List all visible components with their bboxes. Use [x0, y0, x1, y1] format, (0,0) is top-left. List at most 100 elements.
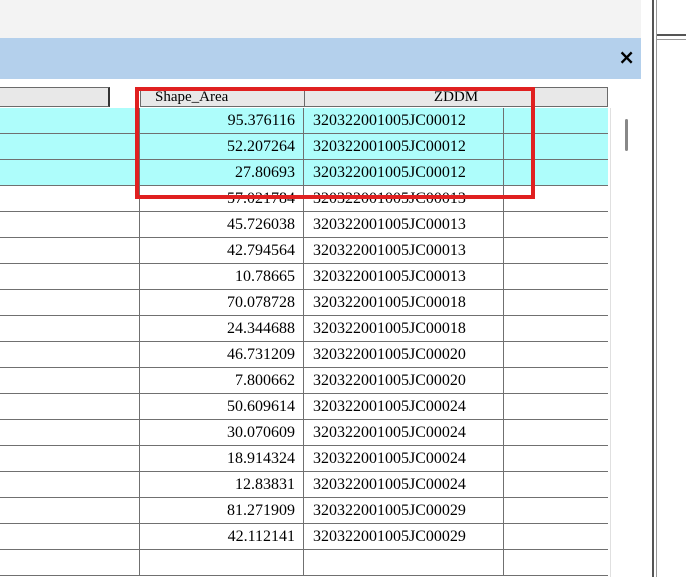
cell-previous-column[interactable]	[0, 316, 140, 342]
table-row[interactable]: 57.021784 320322001005JC00013	[0, 186, 610, 212]
cell-empty[interactable]	[504, 316, 608, 342]
cell-previous-column[interactable]	[0, 264, 140, 290]
cell-empty[interactable]	[504, 264, 608, 290]
cell-previous-column[interactable]	[0, 368, 140, 394]
cell-zddm[interactable]: 320322001005JC00029	[304, 524, 504, 550]
cell-shape-area[interactable]: 81.271909	[140, 498, 304, 524]
cell-previous-column[interactable]	[0, 108, 140, 134]
cell-zddm[interactable]: 320322001005JC00024	[304, 420, 504, 446]
cell-empty[interactable]	[504, 160, 608, 186]
table-row[interactable]: 18.914324 320322001005JC00024	[0, 446, 610, 472]
cell-shape-area[interactable]: 57.021784	[140, 186, 304, 212]
cell-shape-area[interactable]: 50.609614	[140, 394, 304, 420]
cell-zddm[interactable]: 320322001005JC00013	[304, 186, 504, 212]
cell-shape-area[interactable]: 42.112141	[140, 524, 304, 550]
table-row[interactable]: 10.78665 320322001005JC00013	[0, 264, 610, 290]
cell-empty[interactable]	[504, 420, 608, 446]
cell-empty[interactable]	[504, 342, 608, 368]
cell-shape-area[interactable]: 12.83831	[140, 472, 304, 498]
cell-empty[interactable]	[504, 134, 608, 160]
cell-empty[interactable]	[504, 212, 608, 238]
cell-shape-area[interactable]: 27.80693	[140, 160, 304, 186]
cell-shape-area[interactable]	[140, 550, 304, 576]
table-row[interactable]	[0, 550, 610, 576]
vertical-scrollbar[interactable]	[610, 108, 641, 577]
cell-zddm[interactable]: 320322001005JC00018	[304, 290, 504, 316]
cell-empty[interactable]	[504, 498, 608, 524]
cell-empty[interactable]	[504, 394, 608, 420]
cell-zddm[interactable]	[304, 550, 504, 576]
table-row[interactable]: 42.112141 320322001005JC00029	[0, 524, 610, 550]
cell-zddm[interactable]: 320322001005JC00024	[304, 394, 504, 420]
cell-zddm[interactable]: 320322001005JC00020	[304, 342, 504, 368]
cell-shape-area[interactable]: 95.376116	[140, 108, 304, 134]
table-row[interactable]: 27.80693 320322001005JC00012	[0, 160, 610, 186]
cell-shape-area[interactable]: 52.207264	[140, 134, 304, 160]
top-toolbar-area	[0, 0, 642, 38]
cell-zddm[interactable]: 320322001005JC00013	[304, 212, 504, 238]
column-header-zddm[interactable]: ZDDM	[304, 87, 608, 107]
column-header-shape-area[interactable]: Shape_Area	[140, 87, 305, 107]
cell-shape-area[interactable]: 10.78665	[140, 264, 304, 290]
cell-previous-column[interactable]	[0, 160, 140, 186]
cell-previous-column[interactable]	[0, 472, 140, 498]
cell-empty[interactable]	[504, 472, 608, 498]
cell-shape-area[interactable]: 45.726038	[140, 212, 304, 238]
table-row[interactable]: 70.078728 320322001005JC00018	[0, 290, 610, 316]
cell-previous-column[interactable]	[0, 186, 140, 212]
cell-previous-column[interactable]	[0, 212, 140, 238]
scrollbar-thumb[interactable]	[625, 119, 628, 151]
table-row[interactable]: 81.271909 320322001005JC00029	[0, 498, 610, 524]
table-row[interactable]: 52.207264 320322001005JC00012	[0, 134, 610, 160]
panel-divider-inner	[656, 0, 657, 577]
close-icon[interactable]: ×	[618, 45, 635, 69]
cell-shape-area[interactable]: 42.794564	[140, 238, 304, 264]
table-row[interactable]: 95.376116 320322001005JC00012	[0, 108, 610, 134]
panel-header-line-inner	[657, 39, 686, 40]
table-row[interactable]: 12.83831 320322001005JC00024	[0, 472, 610, 498]
cell-previous-column[interactable]	[0, 420, 140, 446]
cell-previous-column[interactable]	[0, 394, 140, 420]
cell-zddm[interactable]: 320322001005JC00018	[304, 316, 504, 342]
cell-zddm[interactable]: 320322001005JC00013	[304, 264, 504, 290]
cell-shape-area[interactable]: 18.914324	[140, 446, 304, 472]
cell-zddm[interactable]: 320322001005JC00012	[304, 160, 504, 186]
table-row[interactable]: 45.726038 320322001005JC00013	[0, 212, 610, 238]
table-row[interactable]: 24.344688 320322001005JC00018	[0, 316, 610, 342]
cell-previous-column[interactable]	[0, 290, 140, 316]
cell-zddm[interactable]: 320322001005JC00012	[304, 108, 504, 134]
cell-empty[interactable]	[504, 238, 608, 264]
cell-zddm[interactable]: 320322001005JC00012	[304, 134, 504, 160]
cell-previous-column[interactable]	[0, 238, 140, 264]
table-row[interactable]: 46.731209 320322001005JC00020	[0, 342, 610, 368]
cell-empty[interactable]	[504, 108, 608, 134]
cell-empty[interactable]	[504, 186, 608, 212]
cell-shape-area[interactable]: 7.800662	[140, 368, 304, 394]
cell-empty[interactable]	[504, 550, 608, 576]
cell-zddm[interactable]: 320322001005JC00024	[304, 472, 504, 498]
table-row[interactable]: 30.070609 320322001005JC00024	[0, 420, 610, 446]
cell-zddm[interactable]: 320322001005JC00029	[304, 498, 504, 524]
cell-previous-column[interactable]	[0, 134, 140, 160]
cell-empty[interactable]	[504, 368, 608, 394]
cell-zddm[interactable]: 320322001005JC00013	[304, 238, 504, 264]
cell-previous-column[interactable]	[0, 524, 140, 550]
table-row[interactable]: 50.609614 320322001005JC00024	[0, 394, 610, 420]
cell-zddm[interactable]: 320322001005JC00024	[304, 446, 504, 472]
cell-empty[interactable]	[504, 446, 608, 472]
cell-previous-column[interactable]	[0, 342, 140, 368]
cell-shape-area[interactable]: 30.070609	[140, 420, 304, 446]
cell-empty[interactable]	[504, 524, 608, 550]
cell-previous-column[interactable]	[0, 446, 140, 472]
table-row[interactable]: 7.800662 320322001005JC00020	[0, 368, 610, 394]
cell-previous-column[interactable]	[0, 498, 140, 524]
right-side-panel	[641, 0, 686, 577]
column-header-previous[interactable]	[0, 87, 110, 107]
cell-zddm[interactable]: 320322001005JC00020	[304, 368, 504, 394]
cell-shape-area[interactable]: 46.731209	[140, 342, 304, 368]
cell-shape-area[interactable]: 24.344688	[140, 316, 304, 342]
cell-previous-column[interactable]	[0, 550, 140, 576]
table-row[interactable]: 42.794564 320322001005JC00013	[0, 238, 610, 264]
cell-empty[interactable]	[504, 290, 608, 316]
cell-shape-area[interactable]: 70.078728	[140, 290, 304, 316]
